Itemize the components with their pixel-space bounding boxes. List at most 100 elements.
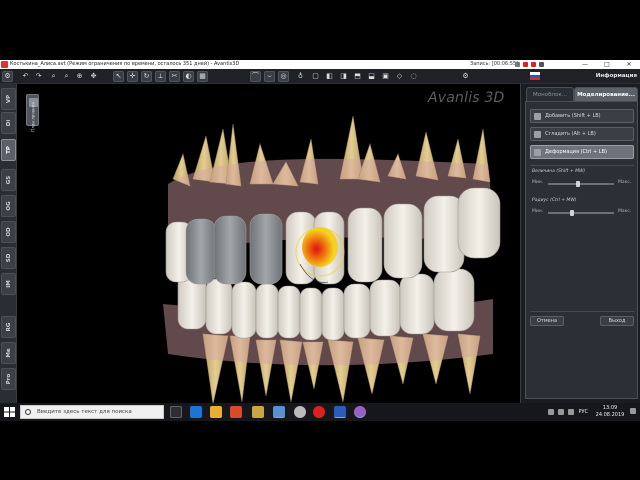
3d-viewport[interactable]: [18, 84, 520, 403]
mail-icon[interactable]: [252, 406, 264, 418]
tab-od[interactable]: OD: [1, 221, 16, 243]
close-button[interactable]: ✕: [618, 60, 640, 69]
main-toolbar: ⚙ ↶ ↷ ⌕ ⌕ ⊕ ✥ ↖ ✛ ↻ ⟂ ✂ ◐ ▦ ⌒ ⌣ ◎ ♁ ▢ ◧ …: [0, 69, 640, 84]
measure-tool-icon[interactable]: ⟂: [155, 71, 166, 82]
tab-label: SD: [5, 253, 12, 263]
explorer-icon[interactable]: [210, 406, 222, 418]
language-indicator[interactable]: РУС: [578, 403, 588, 421]
view-iso-icon[interactable]: ◇: [394, 71, 405, 82]
transparency-icon[interactable]: ◌: [408, 71, 419, 82]
move-tool-icon[interactable]: ✛: [127, 71, 138, 82]
smooth-icon: [534, 131, 541, 138]
view-top-icon[interactable]: ⬒: [352, 71, 363, 82]
edge-icon[interactable]: [190, 406, 202, 418]
add-button-label: Добавить (Shift + LB): [545, 113, 601, 119]
rotate-tool-icon[interactable]: ↻: [141, 71, 152, 82]
exit-button[interactable]: Выход: [600, 316, 634, 326]
task-view-icon[interactable]: [170, 406, 182, 418]
notifications-icon[interactable]: [630, 408, 636, 414]
clock-time: 13:09: [602, 405, 618, 411]
radius-slider-title: Радиус (Ctrl + MW): [532, 198, 577, 203]
both-jaws-icon[interactable]: ◎: [278, 71, 289, 82]
windows-taskbar: Введите здесь текст для поиска РУС 13:09…: [0, 403, 640, 421]
language-flag-icon[interactable]: [530, 72, 540, 80]
tab-tp[interactable]: TP: [1, 139, 16, 161]
smooth-button[interactable]: Сгладить (Alt + LB): [530, 127, 634, 141]
divider: [530, 311, 634, 312]
lower-jaw-icon[interactable]: ⌣: [264, 71, 275, 82]
settings-icon[interactable]: ⚙: [460, 71, 471, 82]
left-tab-strip: VP Di TP GS OG OD SD IM RG Me Pro: [0, 84, 17, 403]
plan-label: План лечения: [30, 102, 35, 132]
taskbar-search-box[interactable]: Введите здесь текст для поиска: [20, 405, 164, 419]
yandex-icon[interactable]: [294, 406, 306, 418]
magnitude-slider-thumb[interactable]: [575, 181, 580, 187]
tab-vp[interactable]: VP: [1, 88, 16, 110]
pan-icon[interactable]: ✥: [88, 71, 99, 82]
divider: [530, 165, 634, 166]
radius-slider-thumb[interactable]: [569, 210, 574, 216]
tab-monoblock[interactable]: Моноблок...: [526, 87, 574, 101]
info-label[interactable]: Информация: [596, 69, 637, 84]
tab-sd[interactable]: SD: [1, 247, 16, 269]
view-front-icon[interactable]: ▢: [310, 71, 321, 82]
tab-label: OD: [5, 227, 12, 237]
add-button[interactable]: Добавить (Shift + LB): [530, 109, 634, 123]
view-bottom-icon[interactable]: ⬓: [366, 71, 377, 82]
tab-label: GS: [5, 175, 12, 185]
smooth-button-label: Сгладить (Alt + LB): [545, 131, 596, 137]
tab-di[interactable]: Di: [1, 112, 16, 134]
recording-label: Запись: [00:06:55]: [470, 61, 519, 67]
grid-tool-icon[interactable]: ▦: [197, 71, 208, 82]
menu-icon[interactable]: ⚙: [2, 71, 13, 82]
view-right-icon[interactable]: ◨: [338, 71, 349, 82]
screen-recorder-icon[interactable]: [334, 406, 346, 418]
network-icon[interactable]: [558, 409, 564, 415]
treatment-plan-button[interactable]: План лечения: [26, 94, 39, 132]
taskbar-clock[interactable]: 13:09 24.08.2019: [592, 405, 628, 419]
chrome-icon[interactable]: [273, 406, 285, 418]
word-icon[interactable]: [313, 406, 325, 418]
tab-og[interactable]: OG: [1, 195, 16, 217]
cancel-button[interactable]: Отмена: [530, 316, 564, 326]
magnitude-slider[interactable]: [548, 181, 614, 187]
radius-min-label: Мин.: [532, 209, 544, 214]
redo-icon[interactable]: ↷: [33, 71, 44, 82]
minimize-button[interactable]: —: [574, 60, 596, 69]
view-left-icon[interactable]: ◧: [324, 71, 335, 82]
tray-arrow-icon[interactable]: [548, 409, 554, 415]
record-settings-icon[interactable]: [539, 62, 544, 67]
radius-slider[interactable]: [548, 210, 614, 216]
zoom-out-icon[interactable]: ⌕: [61, 71, 72, 82]
view-back-icon[interactable]: ▣: [380, 71, 391, 82]
add-icon: [534, 113, 541, 120]
tooth-icon[interactable]: ♁: [295, 71, 306, 82]
tab-label: VP: [5, 94, 12, 104]
tab-rg[interactable]: RG: [1, 316, 16, 338]
fit-icon[interactable]: ⊕: [74, 71, 85, 82]
select-tool-icon[interactable]: ↖: [113, 71, 124, 82]
search-placeholder: Введите здесь текст для поиска: [37, 409, 132, 415]
tab-pro[interactable]: Pro: [1, 368, 16, 390]
modeling-panel: Моноблок... Моделирование... Добавить (S…: [520, 84, 640, 403]
tab-im[interactable]: IM: [1, 273, 16, 295]
upper-jaw-icon[interactable]: ⌒: [250, 71, 261, 82]
tab-me[interactable]: Me: [1, 342, 16, 364]
zoom-in-icon[interactable]: ⌕: [48, 71, 59, 82]
undo-icon[interactable]: ↶: [20, 71, 31, 82]
avantis-icon[interactable]: [354, 406, 366, 418]
view-tool-icon[interactable]: ◐: [183, 71, 194, 82]
pause-record-icon[interactable]: [515, 62, 520, 67]
volume-icon[interactable]: [568, 409, 574, 415]
windows-start-icon[interactable]: [3, 406, 16, 418]
radius-max-label: Макс.: [618, 209, 632, 214]
maximize-button[interactable]: □: [596, 60, 618, 69]
stop-record-icon[interactable]: [523, 62, 528, 67]
tab-modeling[interactable]: Моделирование...: [574, 87, 638, 101]
tab-label: Pro: [5, 373, 12, 385]
store-icon[interactable]: [230, 406, 242, 418]
tab-gs[interactable]: GS: [1, 169, 16, 191]
record-icon[interactable]: [531, 62, 536, 67]
cut-tool-icon[interactable]: ✂: [169, 71, 180, 82]
deform-button[interactable]: Деформация (Ctrl + LB): [530, 145, 634, 159]
